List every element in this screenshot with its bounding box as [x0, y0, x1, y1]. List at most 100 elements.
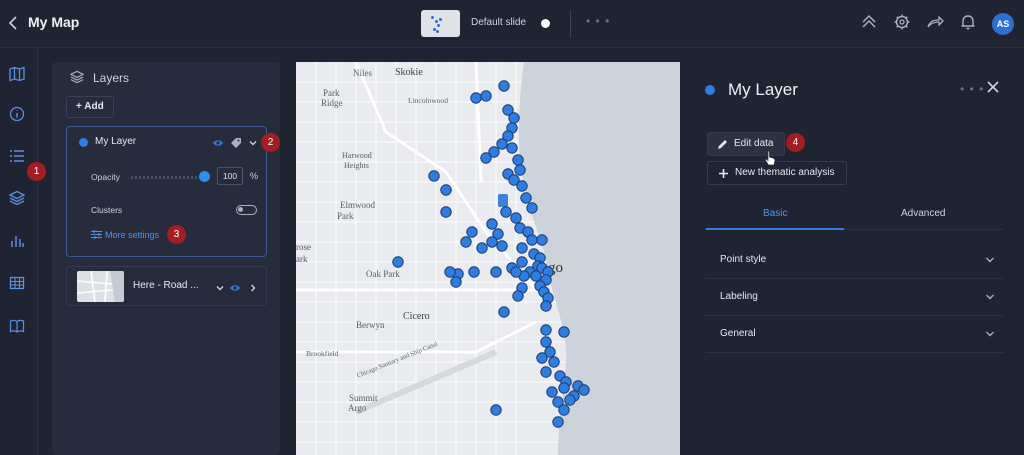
slide-indicator[interactable] — [541, 19, 550, 28]
tab-basic[interactable]: Basic — [763, 208, 787, 219]
section-general[interactable]: General — [706, 316, 1004, 353]
map-marker[interactable] — [470, 92, 482, 104]
more-settings-link[interactable]: More settings — [91, 230, 159, 240]
map-marker[interactable] — [450, 276, 462, 288]
thematic-label: New thematic analysis — [735, 167, 835, 178]
gear-icon[interactable] — [893, 13, 913, 33]
map-marker[interactable] — [516, 256, 528, 268]
eye-icon[interactable] — [212, 136, 224, 148]
map-marker[interactable] — [514, 164, 526, 176]
close-icon[interactable] — [986, 80, 1002, 96]
add-layer-button[interactable]: + Add — [66, 96, 114, 118]
map-marker[interactable] — [508, 112, 520, 124]
map-marker[interactable] — [466, 226, 478, 238]
map-marker[interactable] — [540, 366, 552, 378]
map-marker[interactable] — [540, 300, 552, 312]
tab-advanced[interactable]: Advanced — [901, 208, 945, 219]
map-marker[interactable] — [510, 212, 522, 224]
map-marker[interactable] — [530, 270, 542, 282]
chevron-down-icon — [986, 257, 994, 263]
more-options-icon[interactable]: • • • — [960, 82, 984, 96]
opacity-slider-track[interactable] — [131, 176, 205, 179]
section-labeling[interactable]: Labeling — [706, 279, 1004, 316]
map-marker[interactable] — [480, 90, 492, 102]
share-icon[interactable] — [926, 13, 946, 33]
chevron-down-icon[interactable] — [214, 281, 226, 293]
map-marker[interactable] — [500, 206, 512, 218]
map-marker[interactable] — [480, 152, 492, 164]
callout-badge-1: 1 — [27, 162, 46, 181]
map-marker[interactable] — [526, 234, 538, 246]
map-marker[interactable] — [476, 242, 488, 254]
map-marker[interactable] — [486, 236, 498, 248]
map-marker[interactable] — [496, 240, 508, 252]
active-tab-indicator — [706, 228, 844, 230]
more-options-icon[interactable]: • • • — [586, 14, 610, 28]
map-marker[interactable] — [440, 184, 452, 196]
map-marker[interactable] — [428, 170, 440, 182]
opacity-input[interactable]: 100 — [217, 167, 243, 185]
map-marker[interactable] — [460, 236, 472, 248]
layers-icon[interactable] — [8, 190, 27, 208]
map-marker[interactable] — [496, 138, 508, 150]
map-marker[interactable] — [548, 356, 560, 368]
map-marker[interactable] — [498, 80, 510, 92]
chevron-down-icon[interactable] — [247, 136, 259, 148]
list-icon[interactable] — [9, 148, 27, 166]
clusters-label: Clusters — [91, 205, 123, 215]
map-marker[interactable] — [536, 234, 548, 246]
map-marker[interactable] — [578, 384, 590, 396]
map-marker[interactable] — [558, 404, 570, 416]
map-marker[interactable] — [468, 266, 480, 278]
collapse-up-icon[interactable] — [860, 13, 880, 33]
plus-icon — [719, 169, 728, 178]
chart-icon[interactable] — [9, 233, 27, 251]
add-label: Add — [84, 101, 104, 112]
tag-icon[interactable] — [230, 136, 242, 148]
new-thematic-analysis-button[interactable]: New thematic analysis — [707, 161, 847, 185]
map-marker[interactable] — [506, 142, 518, 154]
edit-data-label: Edit data — [734, 138, 774, 149]
map-marker[interactable] — [512, 154, 524, 166]
chevron-right-icon[interactable] — [247, 281, 259, 293]
clusters-toggle[interactable] — [236, 205, 257, 215]
section-label: Point style — [720, 254, 767, 265]
back-arrow-icon[interactable] — [8, 14, 22, 34]
eye-icon[interactable] — [229, 281, 241, 293]
map-marker[interactable] — [490, 266, 502, 278]
map-marker[interactable] — [526, 202, 538, 214]
opacity-slider-handle[interactable] — [199, 171, 210, 182]
slide-thumbnail[interactable] — [421, 10, 460, 37]
left-rail — [0, 48, 38, 455]
map-marker[interactable] — [498, 306, 510, 318]
avatar[interactable]: AS — [992, 13, 1014, 35]
map-marker[interactable] — [440, 206, 452, 218]
section-point-style[interactable]: Point style — [706, 242, 1004, 279]
map-marker[interactable] — [520, 192, 532, 204]
map-marker[interactable] — [536, 352, 548, 364]
map-marker[interactable] — [540, 324, 552, 336]
map-marker[interactable] — [516, 242, 528, 254]
map-marker[interactable] — [558, 382, 570, 394]
map-marker[interactable] — [512, 290, 524, 302]
map-icon[interactable] — [9, 66, 27, 84]
layer-title: My Layer — [728, 80, 798, 99]
map-marker[interactable] — [552, 416, 564, 428]
map-marker[interactable] — [564, 394, 576, 406]
map-marker[interactable] — [546, 386, 558, 398]
info-icon[interactable] — [9, 106, 27, 124]
map-marker[interactable] — [540, 336, 552, 348]
map-marker[interactable] — [490, 404, 502, 416]
map-marker[interactable] — [558, 326, 570, 338]
map-marker[interactable] — [444, 266, 456, 278]
book-icon[interactable] — [9, 318, 27, 336]
map-marker[interactable] — [516, 180, 528, 192]
map-marker[interactable] — [392, 256, 404, 268]
map-marker[interactable] — [510, 266, 522, 278]
basemap-card[interactable]: Here - Road ... — [66, 266, 267, 306]
opacity-unit: % — [250, 171, 259, 181]
table-icon[interactable] — [9, 275, 27, 293]
bell-icon[interactable] — [959, 13, 979, 33]
map-marker[interactable] — [486, 218, 498, 230]
map-canvas[interactable]: Niles Skokie Park Ridge Lincolnwood Harw… — [296, 62, 680, 455]
